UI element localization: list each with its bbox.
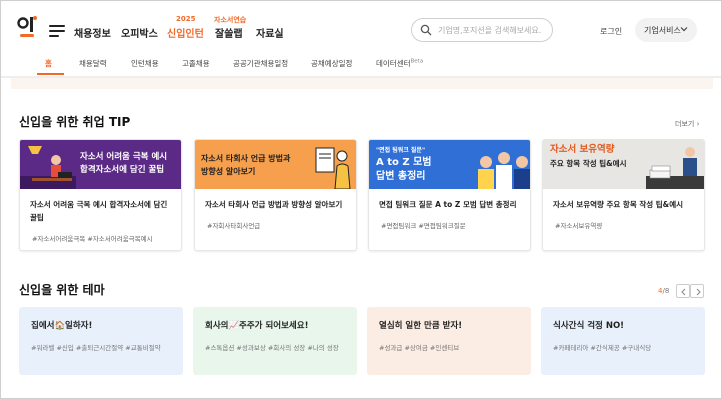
logo-icon[interactable] — [17, 14, 39, 42]
active-tab-indicator — [37, 73, 64, 75]
tab-data-center[interactable]: 데이터센터Beta — [376, 58, 423, 69]
theme-card-tags: #스톡옵션 #성과보상 #회사의 성장 #나의 성장 — [205, 344, 339, 352]
tips-section-title: 신입을 위한 취업 TIP — [19, 115, 131, 129]
person-reading-icon — [315, 147, 351, 189]
tab-calendar[interactable]: 채용달력 — [79, 58, 107, 69]
tip-card-title: 자소서 보유역량 주요 항목 작성 팁&예시 — [553, 200, 683, 209]
gnb-item-library[interactable]: 자료실 — [256, 25, 284, 40]
tip-card-tags: #면접팀워크 #면접팀워크질문 — [381, 222, 466, 230]
theme-card[interactable]: 열심히 일한 만큼 받자! #성과급 #상여금 #인센티브 — [367, 307, 531, 375]
theme-card[interactable]: 회사의📈주주가 되어보세요! #스톡옵션 #성과보상 #회사의 성장 #나의 성… — [193, 307, 357, 375]
sub-navigation: 홈 채용달력 인턴채용 고졸채용 공공기관채용일정 공채예상일정 데이터센터Be… — [1, 53, 721, 78]
gnb-sup-practice: 자소서연습 — [214, 16, 247, 24]
chevron-down-icon — [680, 27, 688, 32]
tab-intern[interactable]: 인턴채용 — [131, 58, 159, 69]
tab-public-schedule[interactable]: 공공기관채용일정 — [233, 58, 288, 69]
gnb-item-jobs[interactable]: 채용정보 — [74, 25, 111, 40]
theme-card-tags: #카페테리아 #간식제공 #구내식당 — [553, 344, 652, 352]
tip-card[interactable]: "면접 팀워크 질문" A to Z 모범 답변 총정리 면접 팀워크 질문 A… — [368, 139, 531, 251]
banner-strip — [11, 78, 713, 89]
tip-card-thumb-line: A to Z 모범 — [376, 157, 432, 168]
prev-button[interactable] — [676, 284, 690, 298]
office-worker-icon — [646, 147, 704, 189]
theme-card-tags: #성과급 #상여금 #인센티브 — [379, 344, 460, 352]
tab-expected-schedule[interactable]: 공채예상일정 — [311, 58, 352, 69]
tip-card-thumb-line: 합격자소서에 담긴 꿀팁 — [80, 165, 165, 175]
biz-service-label: 기업서비스 — [644, 26, 681, 35]
tip-card-thumbnail: "면접 팀워크 질문" A to Z 모범 답변 총정리 — [369, 140, 530, 189]
more-link[interactable]: 더보기 › — [675, 119, 699, 129]
tip-card[interactable]: 자소서 타회사 언급 방법과 방향성 알아보기 자소서 타회사 언급 방법과 방… — [194, 139, 357, 251]
search-input[interactable] — [438, 23, 548, 38]
chevron-left-icon — [681, 288, 686, 296]
theme-card[interactable]: 식사간식 걱정 NO! #카페테리아 #간식제공 #구내식당 — [541, 307, 705, 375]
menu-icon[interactable] — [49, 25, 65, 37]
tip-card-thumbnail: 자소서 타회사 언급 방법과 방향성 알아보기 — [195, 140, 356, 189]
theme-card[interactable]: 집에서🏠일하자! #워라벨 #신입 #출퇴근시간절약 #교통비절약 — [19, 307, 183, 375]
tip-card-title: 자소서 타회사 언급 방법과 방향성 알아보기 — [205, 200, 343, 209]
tip-card-title: 면접 팀워크 질문 A to Z 모범 답변 총정리 — [379, 200, 517, 209]
gnb-sup-year: 2025 — [176, 15, 196, 23]
page-indicator: 4/8 — [658, 287, 669, 295]
theme-card-title: 열심히 일한 만큼 받자! — [379, 321, 463, 331]
tip-card-thumb-line: 답변 총정리 — [376, 171, 426, 182]
more-label: 더보기 — [675, 120, 695, 128]
search-icon — [420, 24, 432, 36]
next-button[interactable] — [690, 284, 704, 298]
biz-service-button[interactable]: 기업서비스 — [635, 18, 697, 42]
beta-badge: Beta — [410, 58, 424, 65]
gnb-item-offibox[interactable]: 오피박스 — [121, 25, 158, 40]
theme-card-title: 식사간식 걱정 NO! — [553, 321, 625, 331]
tip-card[interactable]: 자소서 보유역량 주요 항목 작성 팁&예시 자소서 보유역량 주요 항목 작성… — [542, 139, 705, 251]
team-icon — [478, 152, 530, 189]
page: 채용정보 오피박스 2025 신입인턴 자소서연습 잘쓸랩 자료실 로그인 기업… — [0, 0, 722, 399]
page-bottom-spacer — [1, 379, 721, 398]
tab-home[interactable]: 홈 — [45, 58, 52, 69]
tip-card-thumb-line: 자소서 보유역량 — [550, 144, 615, 155]
theme-card-tags: #워라벨 #신입 #출퇴근시간절약 #교통비절약 — [31, 344, 161, 352]
tip-card-tags: #자소서어려움극복 #자소서어려움극복예시 — [32, 235, 153, 243]
chevron-right-icon — [696, 288, 701, 296]
theme-section-title: 신입을 위한 테마 — [19, 283, 105, 297]
tip-card-thumbnail: 자소서 보유역량 주요 항목 작성 팁&예시 — [543, 140, 704, 189]
theme-card-title: 회사의📈주주가 되어보세요! — [205, 321, 309, 331]
tip-card-tags: #자회사타회사언급 — [207, 222, 261, 230]
tip-card-thumbnail: 자소서 어려움 극복 예시 합격자소서에 담긴 꿀팁 — [20, 140, 181, 189]
chevron-right-icon: › — [696, 120, 700, 128]
login-link[interactable]: 로그인 — [600, 26, 622, 37]
gnb-item-newcomer[interactable]: 신입인턴 — [167, 25, 204, 40]
tip-card-thumb-line: 방향성 알아보기 — [201, 167, 256, 176]
page-total: /8 — [662, 287, 670, 295]
tip-card[interactable]: 자소서 어려움 극복 예시 합격자소서에 담긴 꿀팁 자소서 어려움 극복 예시… — [19, 139, 182, 251]
tip-card-thumb-line: 주요 항목 작성 팁&예시 — [550, 159, 627, 168]
tip-card-tags: #자소서보유역량 — [555, 222, 603, 230]
gnb-item-jalsseullab[interactable]: 잘쓸랩 — [215, 25, 243, 40]
tab-highschool[interactable]: 고졸채용 — [182, 58, 210, 69]
person-desk-icon — [20, 146, 76, 189]
theme-card-title: 집에서🏠일하자! — [31, 321, 93, 331]
tip-card-thumb-line: 자소서 어려움 극복 예시 — [80, 152, 168, 162]
header: 채용정보 오피박스 2025 신입인턴 자소서연습 잘쓸랩 자료실 로그인 기업… — [1, 1, 721, 53]
search-box[interactable] — [411, 18, 553, 42]
tab-data-center-label: 데이터센터 — [376, 59, 411, 68]
tip-card-title: 자소서 어려움 극복 예시 합격자소서에 담긴 꿀팁 — [30, 200, 168, 222]
tip-card-thumb-line: 자소서 타회사 언급 방법과 — [201, 154, 291, 163]
